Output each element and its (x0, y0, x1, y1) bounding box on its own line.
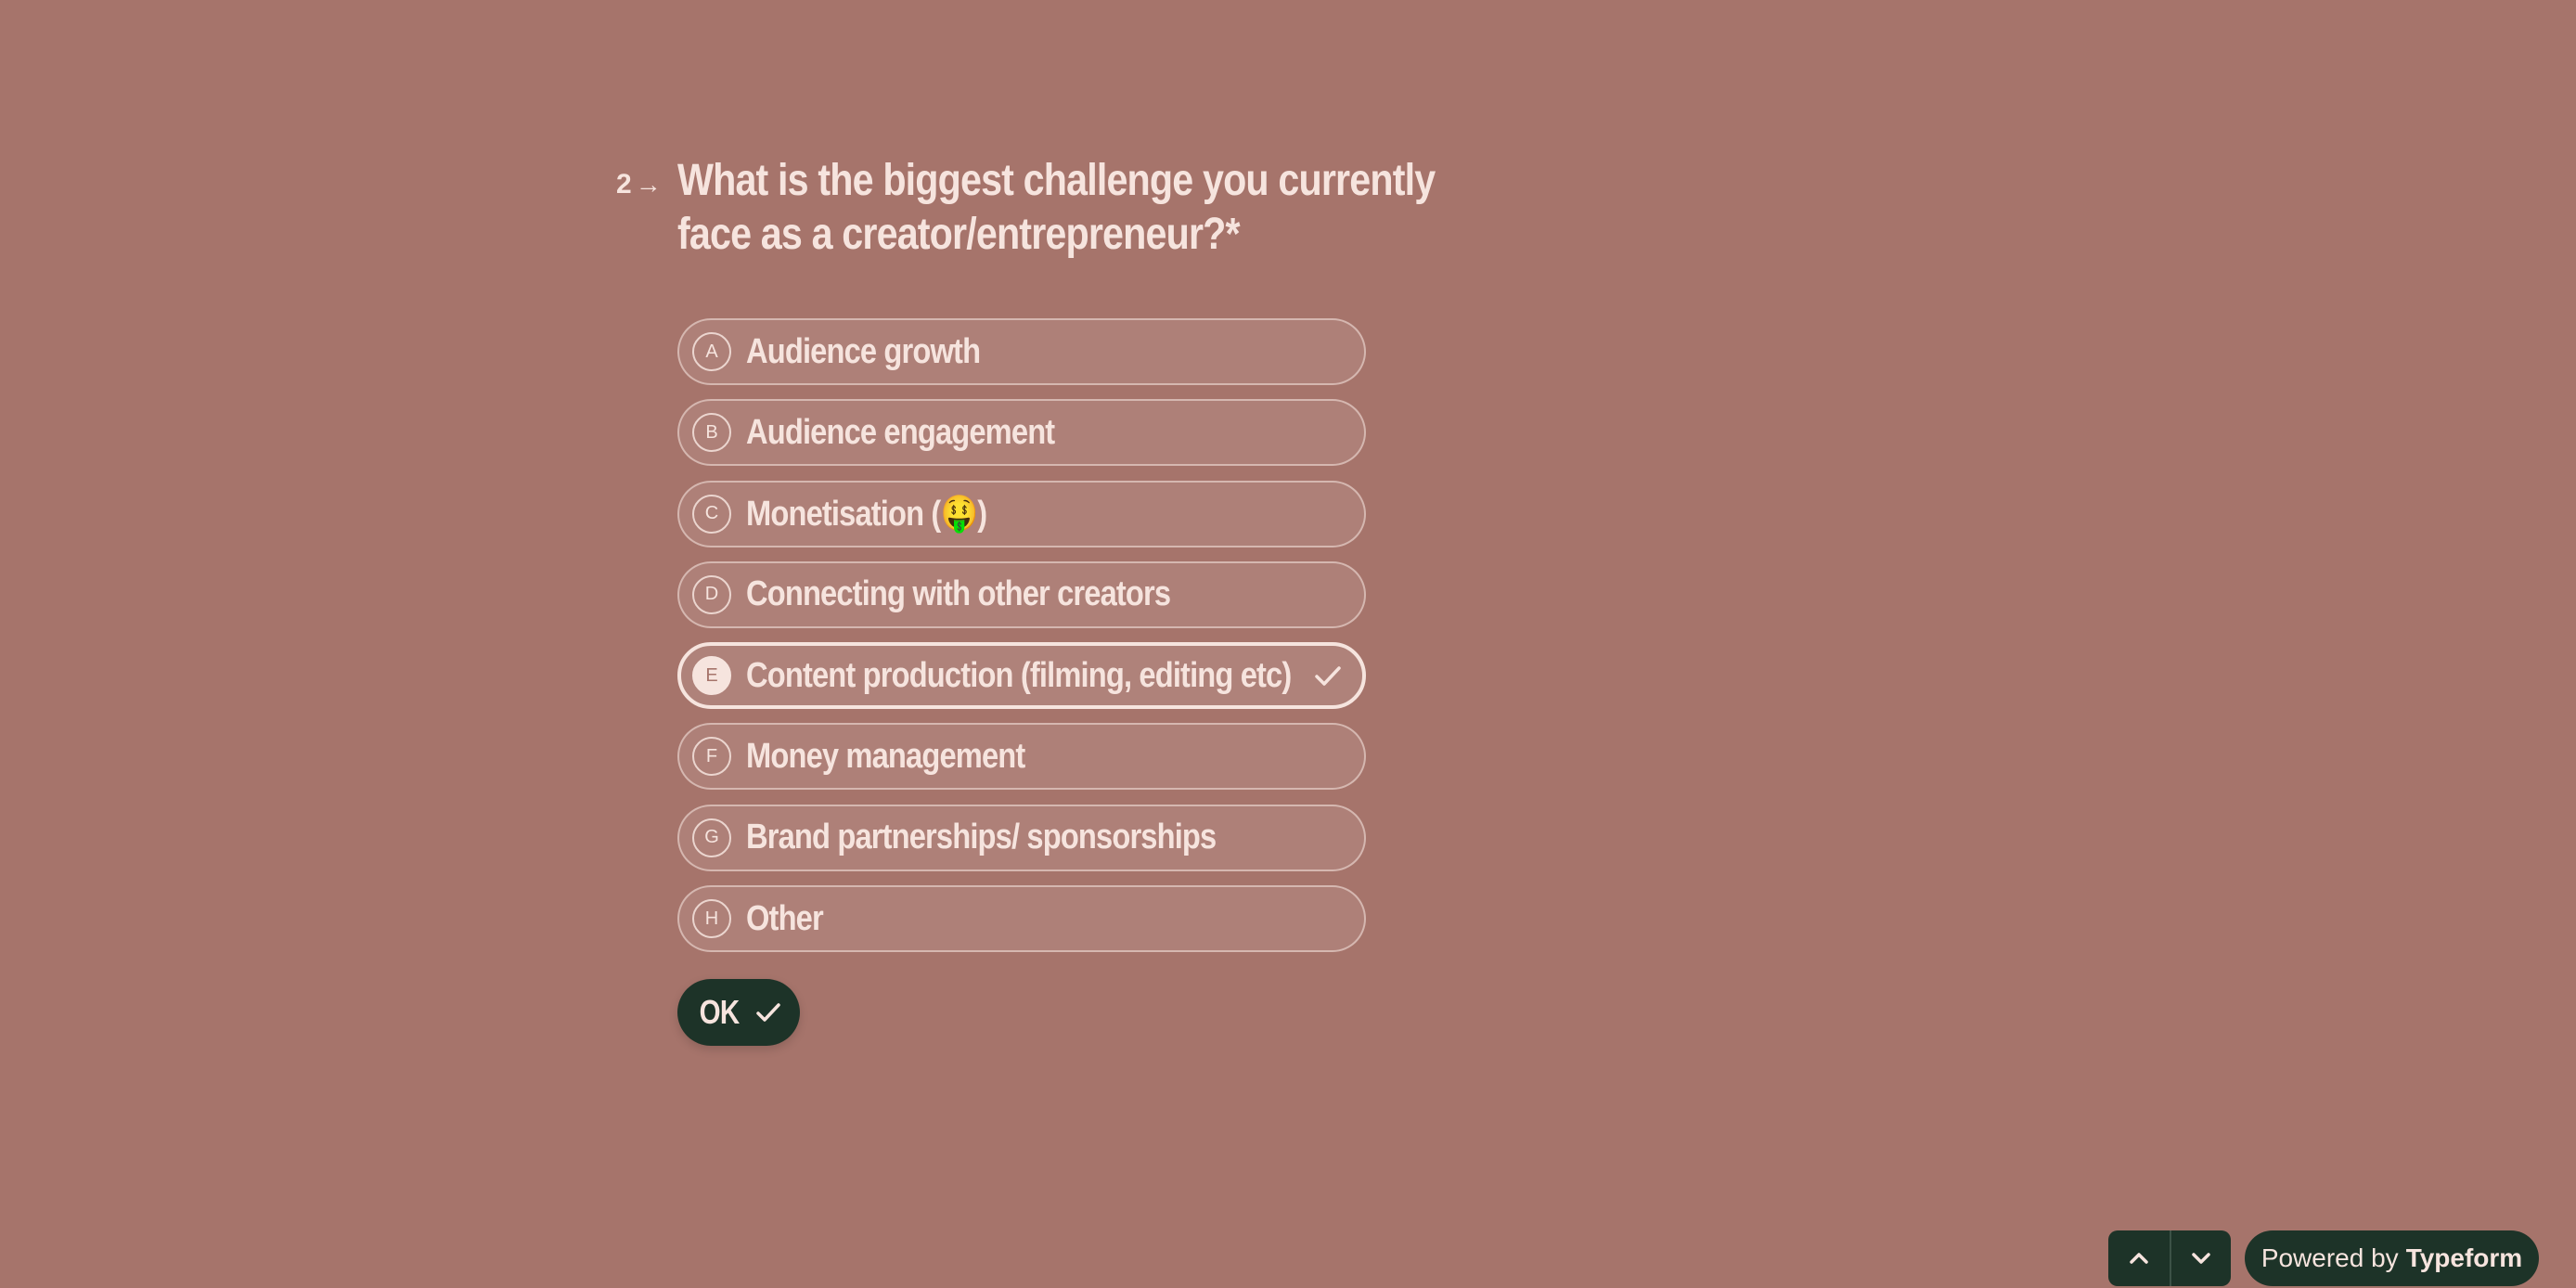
choice-label: Monetisation (🤑) (746, 494, 987, 534)
choice-option-d[interactable]: D Connecting with other creators (677, 560, 1366, 628)
arrow-right-icon: → (635, 170, 662, 199)
choice-key-e: E (692, 656, 731, 696)
choice-key-a: A (692, 332, 731, 371)
check-icon (756, 1003, 780, 1022)
choice-key-f: F (692, 737, 731, 777)
question-title-text: What is the biggest challenge you curren… (677, 156, 1436, 259)
required-marker: * (1225, 210, 1241, 259)
typeform-page: 2 → What is the biggest challenge you cu… (0, 0, 2576, 1288)
check-icon (1315, 666, 1341, 686)
choice-key-b: B (692, 413, 731, 453)
choice-label: Brand partnerships/ sponsorships (746, 818, 1217, 857)
powered-by-prefix: Powered by (2260, 1243, 2399, 1272)
choice-label: Audience growth (746, 331, 981, 371)
question-number: 2 → (616, 169, 662, 200)
choice-option-a[interactable]: A Audience growth (677, 318, 1366, 385)
chevron-up-icon (2130, 1253, 2148, 1264)
choice-key-g: G (692, 818, 731, 857)
choice-key-c: C (692, 494, 731, 534)
powered-by-brand: Typeform (2405, 1243, 2523, 1272)
ok-button-label: OK (699, 993, 740, 1031)
question-number-text: 2 (616, 169, 632, 200)
choice-key-h: H (692, 899, 731, 939)
powered-by-typeform-link[interactable]: Powered by Typeform (2245, 1230, 2539, 1286)
choice-list: A Audience growth B Audience engagement … (677, 318, 1366, 966)
choice-option-f[interactable]: F Money management (677, 723, 1366, 791)
next-question-button[interactable] (2170, 1230, 2231, 1286)
question-title: What is the biggest challenge you curren… (677, 154, 1515, 262)
chevron-down-icon (2192, 1253, 2210, 1264)
choice-option-c[interactable]: C Monetisation (🤑) (677, 480, 1366, 547)
choice-option-b[interactable]: B Audience engagement (677, 399, 1366, 467)
choice-label: Audience engagement (746, 412, 1055, 452)
choice-option-h[interactable]: H Other (677, 885, 1366, 953)
question-navigation (2108, 1230, 2231, 1286)
choice-label: Money management (746, 736, 1025, 776)
choice-option-e[interactable]: E Content production (filming, editing e… (677, 642, 1366, 710)
previous-question-button[interactable] (2108, 1230, 2170, 1286)
choice-label: Other (746, 898, 824, 938)
choice-label: Content production (filming, editing etc… (746, 655, 1292, 695)
choice-option-g[interactable]: G Brand partnerships/ sponsorships (677, 804, 1366, 871)
choice-key-d: D (692, 574, 731, 614)
ok-button[interactable]: OK (677, 979, 800, 1046)
choice-label: Connecting with other creators (746, 574, 1171, 614)
